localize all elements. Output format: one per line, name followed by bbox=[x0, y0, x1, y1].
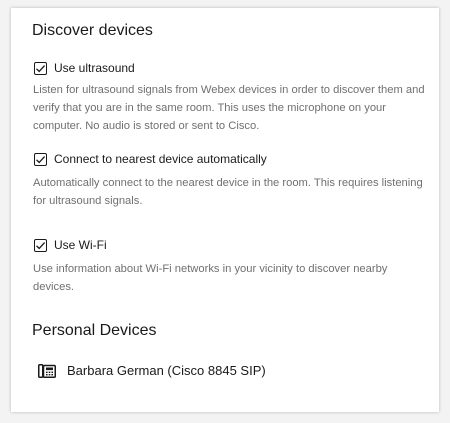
desk-phone-icon bbox=[38, 363, 56, 378]
use-ultrasound-label[interactable]: Use ultrasound bbox=[54, 61, 135, 75]
use-wifi-checkbox[interactable] bbox=[34, 238, 47, 252]
personal-devices-title: Personal Devices bbox=[32, 322, 157, 339]
use-ultrasound-option[interactable]: Use ultrasound bbox=[34, 60, 135, 76]
use-wifi-option[interactable]: Use Wi-Fi bbox=[34, 237, 107, 253]
checkmark-icon bbox=[36, 155, 46, 163]
personal-device-item[interactable]: Barbara German (Cisco 8845 SIP) bbox=[38, 363, 266, 378]
use-wifi-label[interactable]: Use Wi-Fi bbox=[54, 238, 107, 252]
settings-panel: Discover devices Use ultrasound Listen f… bbox=[11, 8, 439, 412]
connect-nearest-description: Automatically connect to the nearest dev… bbox=[33, 177, 423, 207]
checkmark-icon bbox=[36, 241, 46, 249]
use-wifi-description: Use information about Wi-Fi networks in … bbox=[33, 263, 388, 293]
checkmark-icon bbox=[36, 64, 46, 72]
connect-nearest-label[interactable]: Connect to nearest device automatically bbox=[54, 152, 267, 166]
discover-devices-title: Discover devices bbox=[32, 22, 153, 39]
personal-device-label[interactable]: Barbara German (Cisco 8845 SIP) bbox=[67, 363, 266, 378]
connect-nearest-checkbox[interactable] bbox=[34, 152, 47, 166]
use-ultrasound-description: Listen for ultrasound signals from Webex… bbox=[33, 84, 425, 132]
use-ultrasound-checkbox[interactable] bbox=[34, 61, 47, 75]
connect-nearest-option[interactable]: Connect to nearest device automatically bbox=[34, 151, 267, 167]
